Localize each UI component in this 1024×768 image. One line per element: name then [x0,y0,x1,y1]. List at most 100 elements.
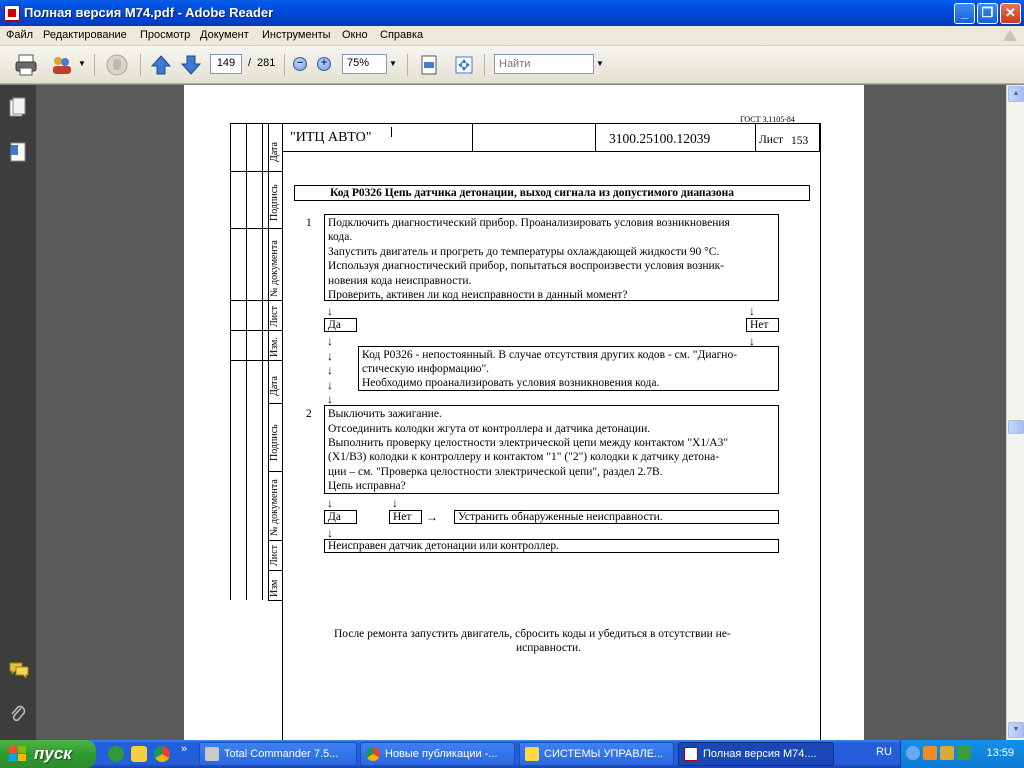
step1-line: Подключить диагностический прибор. Проан… [328,217,730,229]
toolbar-separator [94,54,95,76]
page-number-input[interactable]: 149 [210,54,242,74]
stamp-grid-line [268,600,282,601]
stamp-grid-line [246,123,247,600]
scroll-up-icon[interactable]: ▲ [1008,86,1024,102]
step2-line: (X1/В3) колодки к контроллеру и контакто… [328,451,720,463]
windows-flag-icon [9,746,26,761]
menu-view[interactable]: Просмотр [140,29,190,41]
arrow-down: ↓ [327,392,333,406]
menu-document[interactable]: Документ [200,29,249,41]
org-name: "ИТЦ АВТО" [290,130,372,145]
doc-number: 3100.25100.12039 [609,131,711,146]
stamp-grid-line [282,123,283,740]
step1-line: Запустить двигатель и прогреть до темпер… [328,246,720,258]
menu-edit[interactable]: Редактирование [43,29,127,41]
search-input[interactable] [494,54,594,74]
prev-page-icon[interactable] [150,54,172,79]
zoom-dropdown-icon[interactable]: ▼ [387,54,399,74]
next-page-icon[interactable] [180,54,202,79]
print-icon[interactable] [14,54,38,79]
toolbar-separator [284,54,285,76]
stamp-grid-line [230,171,282,172]
clock[interactable]: 13:59 [986,747,1014,759]
task-label: СИСТЕМЫ УПРАВЛЕ... [544,748,664,760]
vertical-scrollbar[interactable]: ▲ ▼ [1006,85,1024,740]
toolbar-separator [140,54,141,76]
chrome-icon[interactable] [154,746,170,762]
zoom-in-button[interactable]: + [317,57,331,71]
stamp-grid-line [230,300,282,301]
restore-button[interactable]: ❐ [977,3,998,24]
total-pages: 281 [257,57,276,69]
step1-line: новения кода неисправности. [328,275,472,287]
search-dropdown-icon[interactable]: ▼ [594,54,606,74]
title-bar: Полная версия М74.pdf - Adobe Reader _ ❐… [0,0,1024,26]
side-label-sheet: Лист [269,545,280,566]
stamp-grid-line [230,330,282,331]
arrow-down: ↓ [327,304,333,318]
side-label-signature: Подпись [269,424,280,461]
zoom-out-button[interactable]: − [293,57,307,71]
menu-window[interactable]: Окно [342,29,368,41]
side-label-change: Изм [269,579,280,597]
step2-line: Выключить зажигание. [328,408,442,420]
task-help-doc[interactable]: СИСТЕМЫ УПРАВЛЕ... [519,742,674,766]
hand-icon[interactable] [104,53,130,80]
task-chrome[interactable]: Новые публикации -... [360,742,515,766]
menu-help[interactable]: Справка [380,29,423,41]
arrow-down: ↓ [327,334,333,348]
task-total-commander[interactable]: Total Commander 7.5... [199,742,357,766]
start-label: пуск [34,744,72,763]
paperclip-icon[interactable] [9,703,27,725]
stamp-grid-line [262,123,263,600]
menu-tools[interactable]: Инструменты [262,29,331,41]
scroll-down-icon[interactable]: ▼ [1008,722,1024,738]
menu-file[interactable]: Файл [6,29,33,41]
minimize-button[interactable]: _ [954,3,975,24]
app-pdf-icon [4,5,20,21]
media-icon[interactable] [923,746,937,760]
notepad-icon[interactable] [131,746,147,762]
start-button[interactable]: пуск [0,740,96,768]
fit-page-icon[interactable] [418,54,440,79]
acrobat-logo-icon [1000,28,1020,44]
no-label: Нет [750,319,769,331]
intermittent-line: Необходимо проанализировать условия возн… [362,377,660,389]
document-canvas[interactable]: ГОСТ 3.1105-84 "ИТЦ АВТО" 3100.25100.120… [36,85,1006,740]
stamp-grid-line [230,360,282,361]
arrow-down: ↓ [327,496,333,510]
task-adobe-reader[interactable]: Полная версия М74.... [678,742,834,766]
yes-label: Да [328,511,341,523]
stamp-grid-line [268,403,282,404]
step1-number: 1 [306,217,312,229]
utorrent-icon[interactable] [108,746,124,762]
close-button[interactable]: ✕ [1000,3,1021,24]
footer-note-line: исправности. [516,642,582,654]
taskbar: пуск » Total Commander 7.5... Новые публ… [0,740,1024,768]
step1-line: кода. [328,231,353,243]
collaborate-icon[interactable] [50,54,74,79]
side-label-signature: Подпись [269,184,280,221]
quicklaunch-more-icon[interactable]: » [181,743,187,755]
system-tray: 13:59 [900,740,1024,768]
toolbar-separator [407,54,408,76]
collaborate-dropdown-icon[interactable]: ▼ [76,54,88,74]
fix-action: Устранить обнаруженные неисправности. [458,511,663,523]
stamp-grid-line [230,123,231,600]
fit-width-icon[interactable] [453,54,475,79]
comments-icon[interactable] [9,661,29,683]
total-commander-icon [205,747,219,761]
arrow-down: ↓ [327,349,333,363]
tray-expand-icon[interactable] [906,746,920,760]
bookmarks-icon[interactable] [9,141,27,163]
header-divider [595,123,596,152]
zoom-input[interactable]: 75% [342,54,387,74]
antivirus-icon[interactable] [957,746,971,760]
no-label: Нет [393,511,412,523]
yes-label: Да [328,319,341,331]
language-indicator[interactable]: RU [876,746,892,758]
scroll-thumb[interactable] [1008,420,1024,434]
side-label-sheet: Лист [269,306,280,327]
pages-icon[interactable] [9,97,27,119]
network-icon[interactable] [940,746,954,760]
